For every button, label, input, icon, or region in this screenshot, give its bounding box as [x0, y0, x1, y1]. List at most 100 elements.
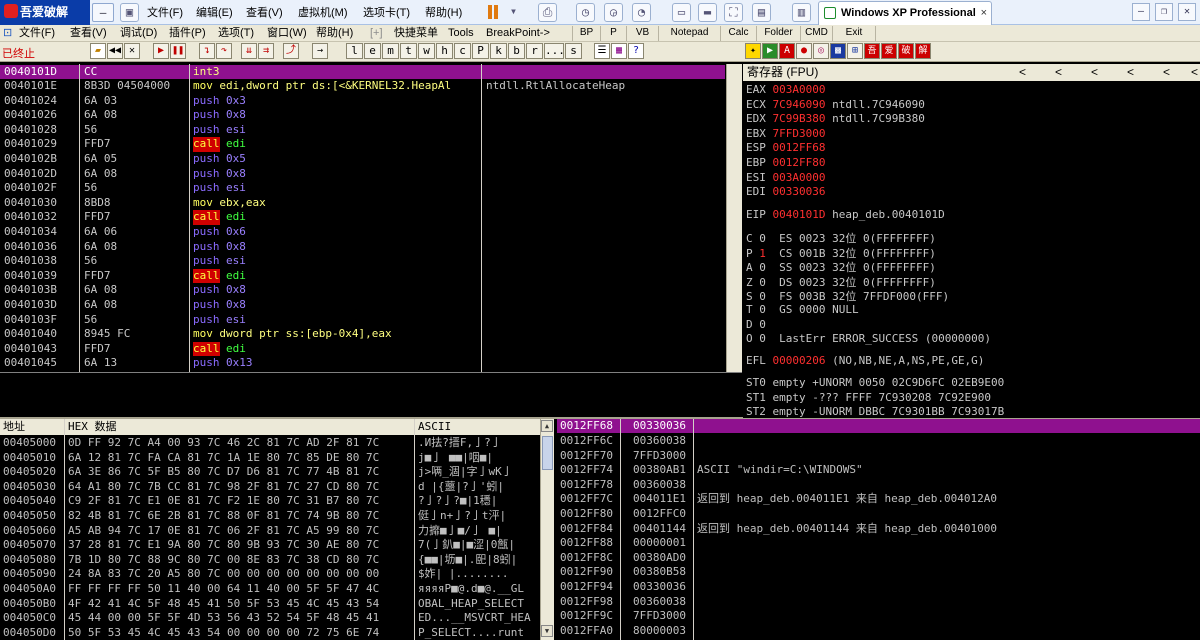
register-row[interactable]: EDI 00330036	[746, 185, 825, 198]
go-to-icon[interactable]: →	[312, 43, 328, 59]
reg-nav-arrow[interactable]: <	[1127, 64, 1134, 80]
run-icon[interactable]: ▶	[153, 43, 169, 59]
disasm-scrollbar[interactable]	[726, 64, 742, 372]
register-value[interactable]: 7C99B380	[773, 112, 826, 125]
register-value[interactable]: 003A0000	[773, 83, 826, 96]
register-row[interactable]: EDX 7C99B380 ntdll.7C99B380	[746, 112, 925, 125]
stack-row[interactable]: 0012FF80 0012FFC0	[557, 507, 1200, 522]
disassembly-pane[interactable]: 0040101D CC int3 0040101E 8B3D 04504000 mo…	[0, 64, 725, 372]
tool-breakpoints-button[interactable]: b	[508, 43, 525, 59]
scroll-down-icon[interactable]: ▼	[541, 625, 553, 637]
dump-row[interactable]: 00405090 24 8A 83 7C 20 A5 80 7C 00 00 00…	[0, 567, 540, 582]
snapshot-icon[interactable]: ◷	[576, 3, 595, 22]
dump-row[interactable]: 00405010 6A 12 81 7C FA CA 81 7C 1A 1E 80…	[0, 451, 540, 466]
disasm-row[interactable]: 0040103F 56 push esi	[0, 313, 725, 328]
disasm-row[interactable]: 00401028 56 push esi	[0, 123, 725, 138]
od-menu-view[interactable]: 查看(V)	[70, 26, 107, 40]
stack-row[interactable]: 0012FF98 00360038	[557, 595, 1200, 610]
disasm-row[interactable]: 00401038 56 push esi	[0, 254, 725, 269]
flag-value[interactable]: 0	[759, 318, 766, 331]
plugin-4-icon[interactable]: 解	[915, 43, 931, 59]
chevron-down-icon[interactable]: ▾	[504, 3, 523, 22]
disasm-row[interactable]: 00401043 FFD7 call edi	[0, 341, 725, 357]
dump-row[interactable]: 004050A0 FF FF FF FF 50 11 40 00 64 11 40…	[0, 582, 540, 597]
library-icon[interactable]: ▥	[792, 3, 811, 22]
options-icon[interactable]: ☰	[594, 43, 610, 59]
plugin-target-icon[interactable]: ◎	[813, 43, 829, 59]
tool-cpu-button[interactable]: c	[454, 43, 471, 59]
plugin-circle-icon[interactable]: ●	[796, 43, 812, 59]
disasm-row[interactable]: 00401030 8BD8 mov ebx,eax	[0, 196, 725, 211]
window-minimize-button[interactable]: —	[1132, 3, 1150, 21]
stack-row[interactable]: 0012FF94 00330036	[557, 580, 1200, 595]
close-icon[interactable]: ×	[981, 2, 987, 24]
disasm-row[interactable]: 0040102B 6A 05 push 0x5	[0, 152, 725, 167]
flag-value[interactable]: 0	[759, 332, 766, 345]
fpu-row[interactable]: ST0 empty +UNORM 0050 02C9D6FC 02EB9E00	[746, 376, 1004, 389]
od-menu-help[interactable]: 帮助(H)	[316, 26, 353, 40]
console-view-icon[interactable]: ▬	[698, 3, 717, 22]
register-row[interactable]: ECX 7C946090 ntdll.7C946090	[746, 98, 925, 111]
plugin-folder-button[interactable]: Folder	[756, 26, 800, 41]
plugin-exit-button[interactable]: Exit	[832, 26, 876, 41]
stack-pane[interactable]: 0012FF68 00330036 0012FF6C 00360038 0012FF…	[557, 419, 1200, 640]
register-row[interactable]: EFL 00000206 (NO,NB,NE,A,NS,PE,GE,G)	[746, 354, 984, 367]
stack-row[interactable]: 0012FF8C 00380AD0	[557, 551, 1200, 566]
flag-row[interactable]: O 0 LastErr ERROR_SUCCESS (00000000)	[746, 332, 991, 345]
quick-menu[interactable]: 快捷菜单	[394, 26, 438, 40]
od-menu-file[interactable]: 文件(F)	[19, 26, 55, 40]
plugin-vb-button[interactable]: VB	[626, 26, 658, 41]
plugin-grid-icon[interactable]: ▩	[830, 43, 846, 59]
vm-menu-vm[interactable]: 虚拟机(M)	[298, 4, 348, 20]
tool-windows-button[interactable]: w	[418, 43, 435, 59]
register-row[interactable]: ESI 003A0000	[746, 171, 825, 184]
plugin-1-icon[interactable]: 吾	[864, 43, 880, 59]
od-menu-plugins[interactable]: 插件(P)	[169, 26, 206, 40]
dump-row[interactable]: 004050C0 45 44 00 00 5F 5F 4D 53 56 43 52…	[0, 611, 540, 626]
dump-row[interactable]: 00405000 0D FF 92 7C A4 00 93 7C 46 2C 81…	[0, 436, 540, 451]
stack-row[interactable]: 0012FF70 7FFD3000	[557, 449, 1200, 464]
reg-nav-arrow[interactable]: <	[1091, 64, 1098, 80]
disasm-row[interactable]: 00401032 FFD7 call edi	[0, 210, 725, 225]
disasm-row[interactable]: 00401024 6A 03 push 0x3	[0, 94, 725, 109]
window-close-button[interactable]: ✕	[1178, 3, 1196, 21]
disasm-row[interactable]: 0040102F 56 push esi	[0, 181, 725, 196]
tool-references-button[interactable]: r	[526, 43, 543, 59]
window-restore-button[interactable]: ❐	[1155, 3, 1173, 21]
disasm-row[interactable]: 0040102D 6A 08 push 0x8	[0, 167, 725, 182]
register-value[interactable]: 0040101D	[773, 208, 826, 221]
stack-row[interactable]: 0012FF88 00000001	[557, 536, 1200, 551]
flag-row[interactable]: C 0 ES 0023 32位 0(FFFFFFFF)	[746, 230, 936, 246]
register-row[interactable]: EBP 0012FF80	[746, 156, 825, 169]
plugin-bp-button[interactable]: BP	[572, 26, 600, 41]
flag-row[interactable]: P 1 CS 001B 32位 0(FFFFFFFF)	[746, 245, 936, 261]
tool-threads-button[interactable]: t	[400, 43, 417, 59]
stack-row[interactable]: 0012FF84 00401144 返回到 heap_deb.00401144 来自…	[557, 522, 1200, 537]
disasm-row[interactable]: 0040103D 6A 08 push 0x8	[0, 298, 725, 313]
register-value[interactable]: 0012FF68	[773, 141, 826, 154]
stack-row[interactable]: 0012FF6C 00360038	[557, 434, 1200, 449]
flag-row[interactable]: S 0 FS 003B 32位 7FFDF000(FFF)	[746, 288, 949, 304]
dump-row[interactable]: 00405060 A5 AB 94 7C 17 0E 81 7C 06 2F 81…	[0, 524, 540, 539]
flag-row[interactable]: Z 0 DS 0023 32位 0(FFFFFFFF)	[746, 274, 936, 290]
stack-current-row[interactable]: 0012FF68 00330036	[557, 419, 1200, 433]
tool-callstack-button[interactable]: k	[490, 43, 507, 59]
plugin-a-icon[interactable]: A	[779, 43, 795, 59]
scroll-up-icon[interactable]: ▲	[541, 420, 553, 432]
dump-scrollbar[interactable]: ▲ ▼	[540, 419, 554, 640]
register-row[interactable]: EIP 0040101D heap_deb.0040101D	[746, 208, 945, 221]
stack-row[interactable]: 0012FF74 00380AB1 ASCII "windir=C:\WINDOWS…	[557, 463, 1200, 478]
breakpoint-menu[interactable]: BreakPoint->	[486, 26, 550, 40]
tool-patches-button[interactable]: P	[472, 43, 489, 59]
trace-into-icon[interactable]: ⇊	[241, 43, 257, 59]
vm-menu-help[interactable]: 帮助(H)	[425, 4, 462, 20]
revert-snapshot-icon[interactable]: ◶	[604, 3, 623, 22]
fpu-row[interactable]: ST1 empty -??? FFFF 7C930208 7C92E900	[746, 391, 991, 404]
fpu-row[interactable]: ST2 empty -UNORM DBBC 7C9301BB 7C93017B	[746, 405, 1004, 418]
stack-row[interactable]: 0012FF9C 7FFD3000	[557, 609, 1200, 624]
dump-row[interactable]: 00405050 82 4B 81 7C 6E 2B 81 7C 88 0F 81…	[0, 509, 540, 524]
disasm-row[interactable]: 00401039 FFD7 call edi	[0, 268, 725, 284]
disasm-row[interactable]: 0040101E 8B3D 04504000 mov edi,dword ptr ds…	[0, 79, 725, 94]
reg-nav-arrow[interactable]: <	[1191, 64, 1198, 80]
dump-row[interactable]: 00405080 7B 1D 80 7C 88 9C 80 7C 00 8E 83…	[0, 553, 540, 568]
